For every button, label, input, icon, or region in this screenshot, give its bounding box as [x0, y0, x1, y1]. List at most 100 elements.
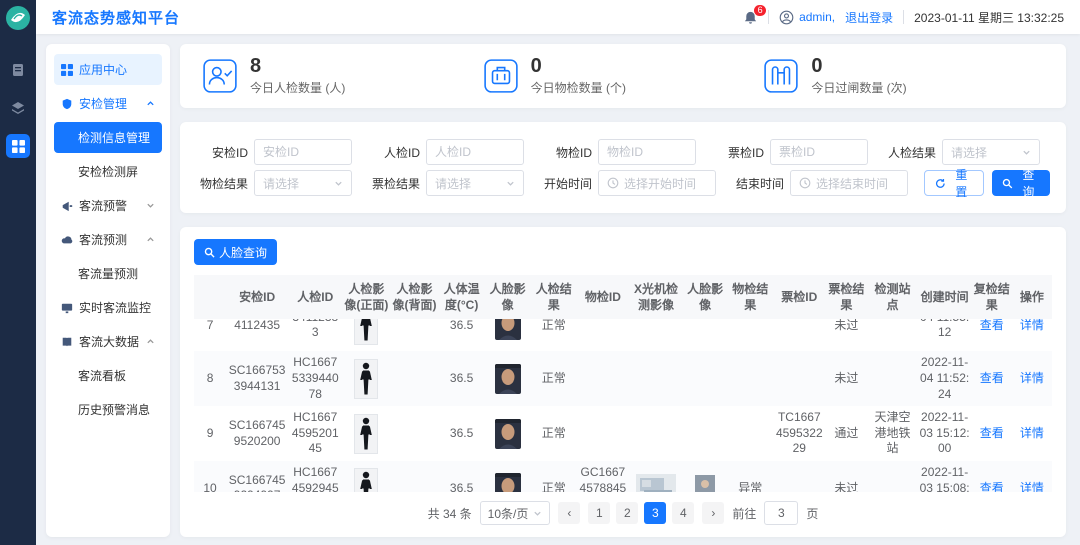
- logout-link[interactable]: 退出登录: [845, 9, 893, 26]
- page-button-2[interactable]: 2: [616, 502, 638, 524]
- detail-link[interactable]: 详情: [1020, 319, 1044, 331]
- sidebar-item-flow-warning[interactable]: 客流预警: [54, 190, 162, 221]
- filter-field: 票检结果请选择: [368, 170, 524, 196]
- table-header-table: 安检ID人检ID人检影像(正面)人检影像(背面)人体温度(°C)人脸影像人检结果…: [194, 275, 1052, 319]
- sidebar-item-label: 实时客流监控: [79, 299, 151, 316]
- table-cell: [683, 319, 727, 351]
- user-menu[interactable]: admin,: [779, 10, 835, 25]
- sidebar-item-realtime-flow-monitor[interactable]: 实时客流监控: [54, 292, 162, 323]
- filter-buttons: 重置 查询: [924, 170, 1050, 196]
- table-cell: 2022-11-03 15:08:14: [918, 461, 972, 492]
- sidebar-item-flow-bigdata[interactable]: 客流大数据: [54, 326, 162, 357]
- person-check-icon: [202, 58, 238, 94]
- prev-page-button[interactable]: ‹: [558, 502, 580, 524]
- notification-bell-icon[interactable]: 6: [743, 10, 758, 25]
- datetime-display: 2023-01-11 星期三 13:32:25: [914, 9, 1064, 26]
- stat-label: 今日物检数量 (个): [531, 79, 626, 96]
- layers-icon[interactable]: [6, 96, 30, 120]
- sidebar-item-label: 客流大数据: [79, 333, 139, 350]
- table-cell: [727, 319, 773, 351]
- next-page-button[interactable]: ›: [702, 502, 724, 524]
- sidebar-item-label: 应用中心: [79, 61, 127, 78]
- view-link[interactable]: 查看: [980, 426, 1004, 440]
- filter-label: 票检结果: [368, 175, 420, 192]
- clipboard-icon[interactable]: [6, 58, 30, 82]
- table-cell: 查看: [972, 461, 1012, 492]
- face-query-button[interactable]: 人脸查询: [194, 239, 277, 265]
- search-button[interactable]: 查询: [992, 170, 1050, 196]
- grid-icon: [61, 64, 73, 76]
- view-link[interactable]: 查看: [980, 371, 1004, 385]
- table-toolbar: 人脸查询: [194, 239, 1052, 265]
- page-size-select[interactable]: 10条/页: [480, 501, 551, 525]
- reset-button[interactable]: 重置: [924, 170, 984, 196]
- item-check-id-input[interactable]: [598, 139, 696, 165]
- table-cell: 通过: [825, 406, 867, 461]
- ticket-check-id-input[interactable]: [770, 139, 868, 165]
- table-body-scroll[interactable]: 741124353411238336.5正常未过04 11:55:12查看详情8…: [194, 319, 1052, 492]
- sidebar-item-app-center[interactable]: 应用中心: [54, 54, 162, 85]
- table-cell: 天津空港地铁站: [867, 406, 917, 461]
- table-row: 8SC1667533944131HC166753394407836.5正常未过2…: [194, 351, 1052, 406]
- page-button-3[interactable]: 3: [644, 502, 666, 524]
- table-cell: [683, 461, 727, 492]
- sidebar-item-history-warning-msg[interactable]: 历史预警消息: [54, 394, 162, 425]
- table-cell: [727, 351, 773, 406]
- filter-row-2: 物检结果请选择票检结果请选择开始时间选择开始时间结束时间选择结束时间 重置 查询: [196, 170, 1050, 196]
- app-logo-icon[interactable]: [5, 5, 31, 34]
- filter-label: 安检ID: [196, 144, 248, 161]
- table-cell: 详情: [1012, 406, 1052, 461]
- goto-page-input[interactable]: [764, 501, 798, 525]
- filter-field: 人检ID: [368, 139, 524, 165]
- table-cell: 未过: [825, 351, 867, 406]
- filter-field: 安检ID: [196, 139, 352, 165]
- table-cell: [577, 319, 629, 351]
- sidebar-item-security-check-mgmt[interactable]: 安检管理: [54, 88, 162, 119]
- stats-card: 8 今日人检数量 (人) 0 今日物检数量 (个) 0 今日过闸数量 (次): [180, 44, 1066, 108]
- sidebar-item-flow-board[interactable]: 客流看板: [54, 360, 162, 391]
- table-cell: 7: [194, 319, 226, 351]
- stat-person-checks: 8 今日人检数量 (人): [202, 56, 483, 96]
- detail-link[interactable]: 详情: [1020, 371, 1044, 385]
- person-check-result-select[interactable]: 请选择: [942, 139, 1040, 165]
- view-link[interactable]: 查看: [980, 319, 1004, 331]
- filter-label: 开始时间: [540, 175, 592, 192]
- sidebar-item-detection-info-mgmt[interactable]: 检测信息管理: [54, 122, 162, 153]
- table-cell: [390, 351, 438, 406]
- column-header: 操作: [1012, 275, 1052, 319]
- view-link[interactable]: 查看: [980, 481, 1004, 492]
- table-cell: 详情: [1012, 319, 1052, 351]
- table-cell: [683, 351, 727, 406]
- table-cell: [485, 461, 531, 492]
- table-cell: [342, 461, 390, 492]
- xray-image: [636, 474, 676, 492]
- item-check-result-select[interactable]: 请选择: [254, 170, 352, 196]
- ticket-check-result-select[interactable]: 请选择: [426, 170, 524, 196]
- sidebar-item-label: 客流预测: [79, 231, 127, 248]
- table-cell: [683, 406, 727, 461]
- table-cell: [629, 461, 683, 492]
- refresh-icon: [935, 178, 946, 189]
- page-button-1[interactable]: 1: [588, 502, 610, 524]
- table-cell: 详情: [1012, 351, 1052, 406]
- apps-grid-icon[interactable]: [6, 134, 30, 158]
- person-check-id-input[interactable]: [426, 139, 524, 165]
- start-time-picker[interactable]: 选择开始时间: [598, 170, 716, 196]
- filter-row-2-fields: 物检结果请选择票检结果请选择开始时间选择开始时间结束时间选择结束时间: [196, 170, 908, 196]
- cloud-icon: [61, 234, 73, 246]
- table-cell: 正常: [531, 461, 577, 492]
- table-cell: 详情: [1012, 461, 1052, 492]
- column-header: 物检ID: [577, 275, 629, 319]
- end-time-picker[interactable]: 选择结束时间: [790, 170, 908, 196]
- page-button-4[interactable]: 4: [672, 502, 694, 524]
- alarm-icon: [61, 200, 73, 212]
- table-cell: 8: [194, 351, 226, 406]
- detail-link[interactable]: 详情: [1020, 481, 1044, 492]
- sidebar-item-security-check-screen[interactable]: 安检检测屏: [54, 156, 162, 187]
- sidebar-item-flow-forecast[interactable]: 客流预测: [54, 224, 162, 255]
- stat-label: 今日人检数量 (人): [250, 79, 345, 96]
- sidebar-item-flow-volume-forecast[interactable]: 客流量预测: [54, 258, 162, 289]
- table-cell: GC1667457884555: [577, 461, 629, 492]
- security-id-input[interactable]: [254, 139, 352, 165]
- detail-link[interactable]: 详情: [1020, 426, 1044, 440]
